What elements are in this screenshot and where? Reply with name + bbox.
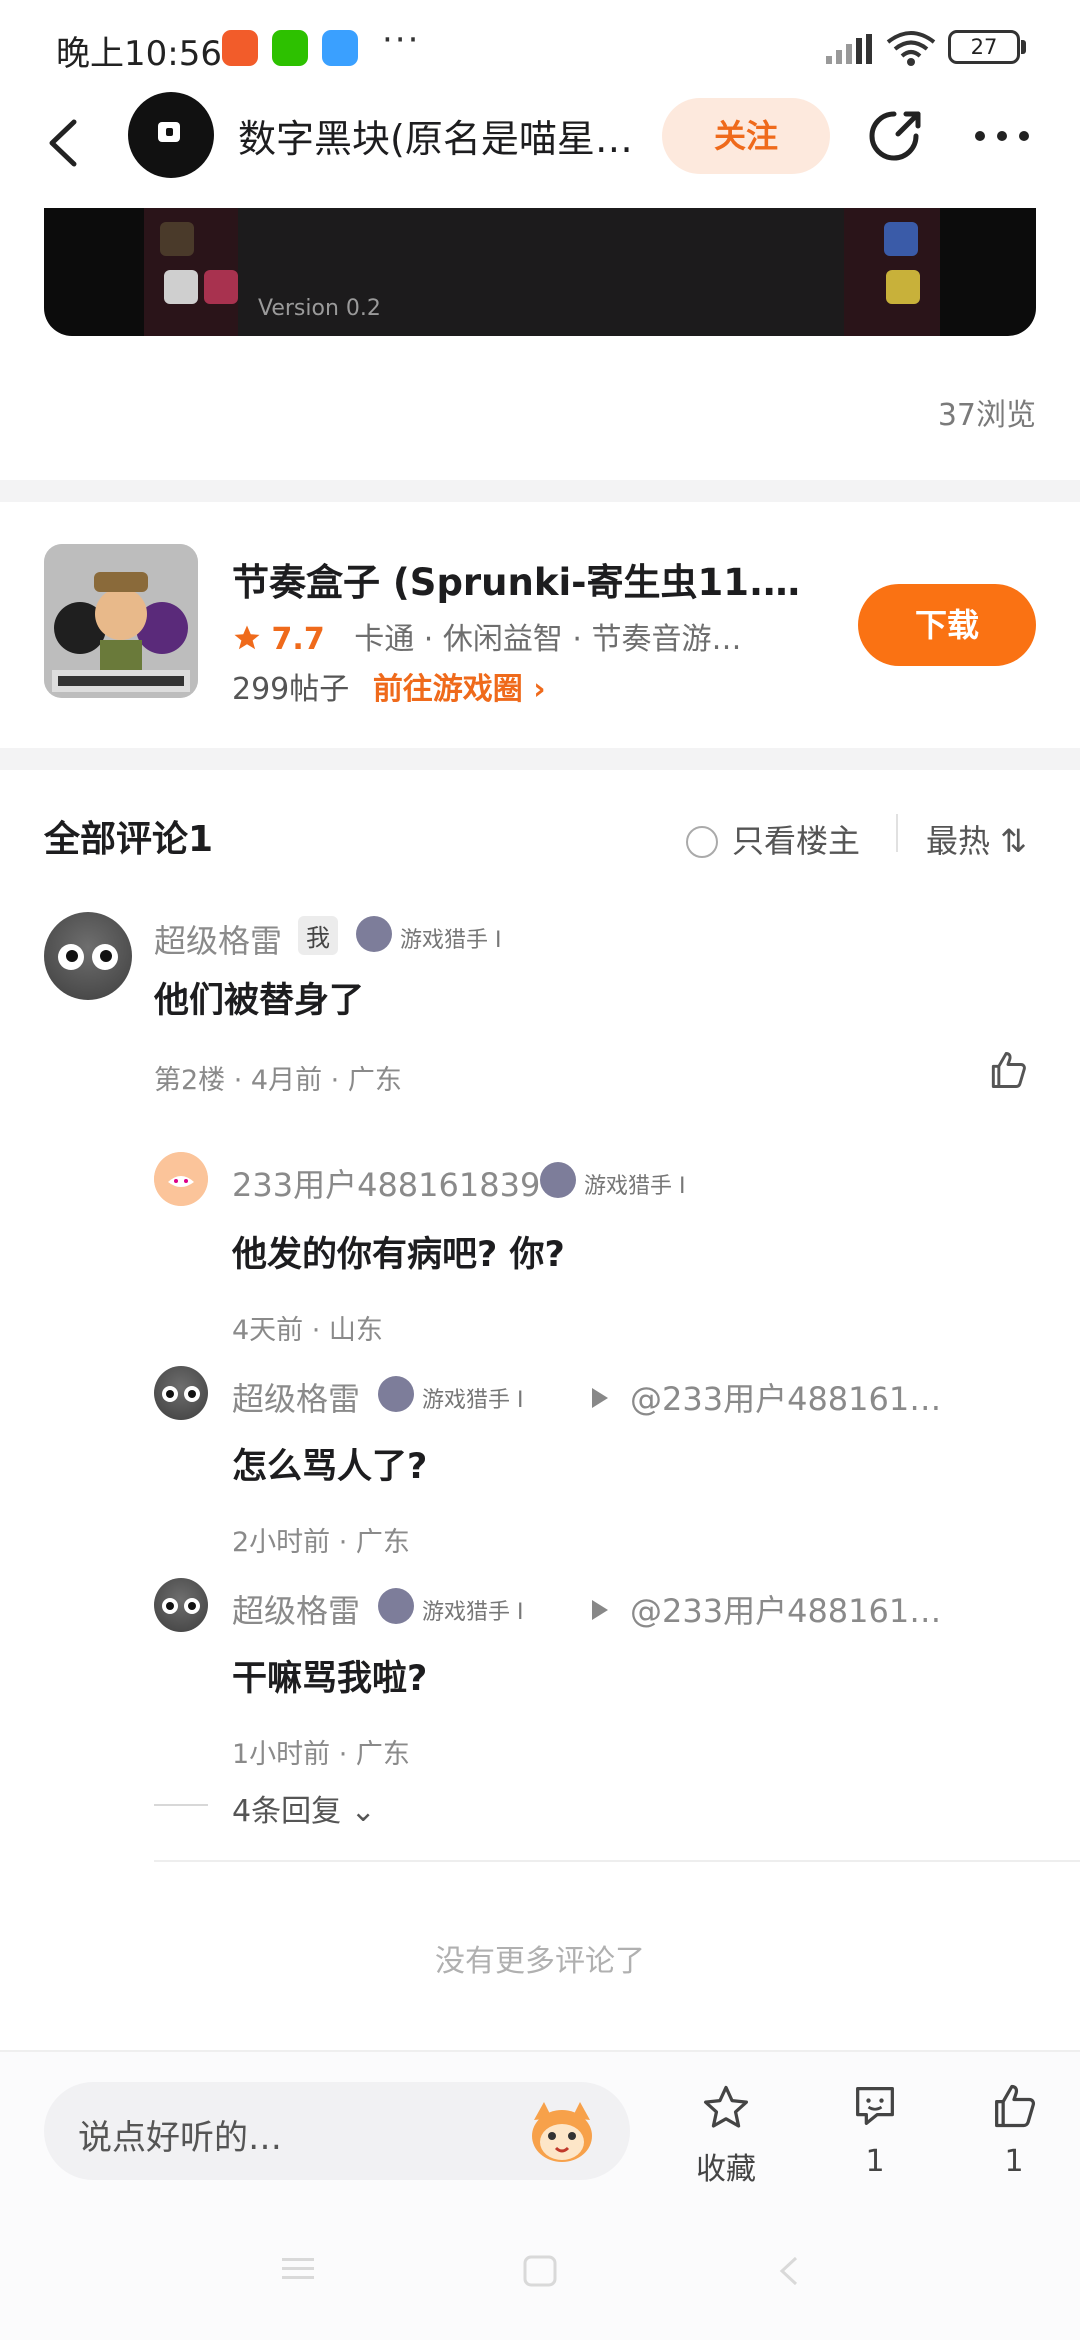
avatar[interactable] bbox=[154, 1152, 208, 1206]
status-time: 晚上10:56 bbox=[56, 34, 222, 74]
reply-text[interactable]: 他发的你有病吧? 你? bbox=[232, 1226, 565, 1277]
favorite-label[interactable]: 收藏 bbox=[686, 2144, 766, 2188]
avatar[interactable] bbox=[44, 912, 132, 1000]
status-more-dots: ··· bbox=[382, 20, 421, 60]
more-replies-line bbox=[154, 1804, 208, 1806]
game-info-row: 7.7 卡通 · 休闲益智 · 节奏音游… bbox=[232, 614, 741, 658]
view-count: 37浏览 bbox=[937, 398, 1036, 433]
game-rating: 7.7 bbox=[271, 622, 325, 657]
battery-icon: 27 bbox=[948, 30, 1020, 64]
share-icon[interactable] bbox=[864, 106, 924, 166]
signal-icon bbox=[826, 34, 872, 64]
section-divider bbox=[0, 748, 1080, 770]
reply-username[interactable]: 超级格雷 bbox=[232, 1374, 360, 1420]
only-op-toggle[interactable]: 只看楼主 bbox=[686, 816, 860, 862]
back-button[interactable] bbox=[40, 108, 90, 178]
back-nav-icon[interactable] bbox=[774, 2254, 804, 2288]
comment-divider bbox=[154, 1860, 1080, 1862]
author-avatar[interactable] bbox=[128, 92, 214, 178]
avatar[interactable] bbox=[154, 1578, 208, 1632]
video-game-icon bbox=[204, 270, 238, 304]
reply-to-user[interactable]: @233用户488161… bbox=[630, 1592, 941, 1630]
reply-meta: 1小时前 · 广东 bbox=[232, 1739, 410, 1770]
reply-meta: 2小时前 · 广东 bbox=[232, 1527, 410, 1558]
game-icon[interactable] bbox=[44, 544, 198, 698]
badge-icon bbox=[378, 1588, 414, 1624]
game-post-count: 299帖子 bbox=[232, 672, 350, 707]
thumbs-up-icon[interactable] bbox=[988, 2080, 1040, 2132]
video-player[interactable]: Version 0.2 bbox=[44, 208, 1036, 336]
comments-title: 全部评论1 bbox=[44, 819, 214, 860]
badge-label: 游戏猎手 I bbox=[400, 928, 502, 953]
play-arrow-icon bbox=[592, 1388, 608, 1408]
sort-hot-button[interactable]: 最热 ⇅ bbox=[926, 816, 1027, 862]
battery-level: 27 bbox=[970, 35, 998, 59]
like-count: 1 bbox=[1004, 2144, 1024, 2179]
battery-tip bbox=[1021, 40, 1026, 54]
badge-icon bbox=[378, 1376, 414, 1412]
only-op-label: 只看楼主 bbox=[732, 822, 861, 860]
comment-text[interactable]: 他们被替身了 bbox=[154, 972, 364, 1023]
wechat-app-icon bbox=[272, 30, 308, 66]
section-divider bbox=[0, 480, 1080, 502]
video-game-icon bbox=[164, 270, 198, 304]
menu-nav-icon[interactable] bbox=[280, 2254, 316, 2284]
badge-icon bbox=[540, 1162, 576, 1198]
home-nav-icon[interactable] bbox=[522, 2254, 558, 2288]
video-call-app-icon bbox=[222, 30, 258, 66]
comment-meta: 第2楼 · 4月前 · 广东 bbox=[154, 1065, 402, 1096]
avatar[interactable] bbox=[154, 1366, 208, 1420]
reply-text[interactable]: 怎么骂人了? bbox=[232, 1438, 427, 1489]
reply-to[interactable]: @233用户488161… bbox=[592, 1374, 941, 1420]
goto-game-circle-link[interactable]: 前往游戏圈 › bbox=[373, 672, 546, 707]
page-title: 数字黑块(原名是喵星… bbox=[238, 117, 633, 161]
video-game-icon bbox=[884, 222, 918, 256]
comment-input-placeholder[interactable]: 说点好听的… bbox=[78, 2110, 282, 2159]
browser-app-icon bbox=[322, 30, 358, 66]
reply-username[interactable]: 超级格雷 bbox=[232, 1586, 360, 1632]
comment-username[interactable]: 超级格雷 bbox=[154, 916, 282, 962]
favorite-star-icon[interactable] bbox=[700, 2082, 752, 2134]
reply-to[interactable]: @233用户488161… bbox=[592, 1586, 941, 1632]
reply-username[interactable]: 233用户488161839 bbox=[232, 1160, 540, 1206]
reply-text[interactable]: 干嘛骂我啦? bbox=[232, 1650, 427, 1701]
comment-count: 1 bbox=[865, 2144, 885, 2179]
badge-label: 游戏猎手 I bbox=[422, 1388, 524, 1413]
follow-button[interactable]: 关注 bbox=[662, 98, 830, 174]
reply-meta: 4天前 · 山东 bbox=[232, 1315, 383, 1346]
reply-to-user[interactable]: @233用户488161… bbox=[630, 1380, 941, 1418]
more-replies-button[interactable]: 4条回复 ⌄ bbox=[232, 1786, 376, 1830]
download-button[interactable]: 下载 bbox=[858, 584, 1036, 666]
more-dots-icon[interactable] bbox=[972, 128, 1032, 144]
like-icon[interactable] bbox=[986, 1048, 1030, 1092]
comment-bubble-icon[interactable] bbox=[848, 2080, 902, 2132]
video-game-icon bbox=[160, 222, 194, 256]
game-tags: 卡通 · 休闲益智 · 节奏音游… bbox=[354, 622, 742, 657]
video-game-icon bbox=[886, 270, 920, 304]
game-title[interactable]: 节奏盒子 (Sprunki-寄生虫11.… bbox=[232, 552, 812, 606]
mascot-icon[interactable] bbox=[524, 2098, 600, 2166]
wifi-icon bbox=[886, 31, 936, 66]
no-more-comments: 没有更多评论了 bbox=[435, 1944, 645, 1979]
star-icon bbox=[234, 625, 260, 650]
play-arrow-icon bbox=[592, 1600, 608, 1620]
header-divider bbox=[896, 814, 898, 852]
game-posts-row: 299帖子 前往游戏圈 › bbox=[232, 664, 546, 708]
badge-label: 游戏猎手 I bbox=[422, 1600, 524, 1625]
badge-icon bbox=[356, 916, 392, 952]
video-caption: Version 0.2 bbox=[258, 296, 381, 321]
radio-icon[interactable] bbox=[686, 826, 718, 858]
badge-label: 游戏猎手 I bbox=[584, 1174, 686, 1199]
me-tag: 我 bbox=[298, 916, 338, 955]
